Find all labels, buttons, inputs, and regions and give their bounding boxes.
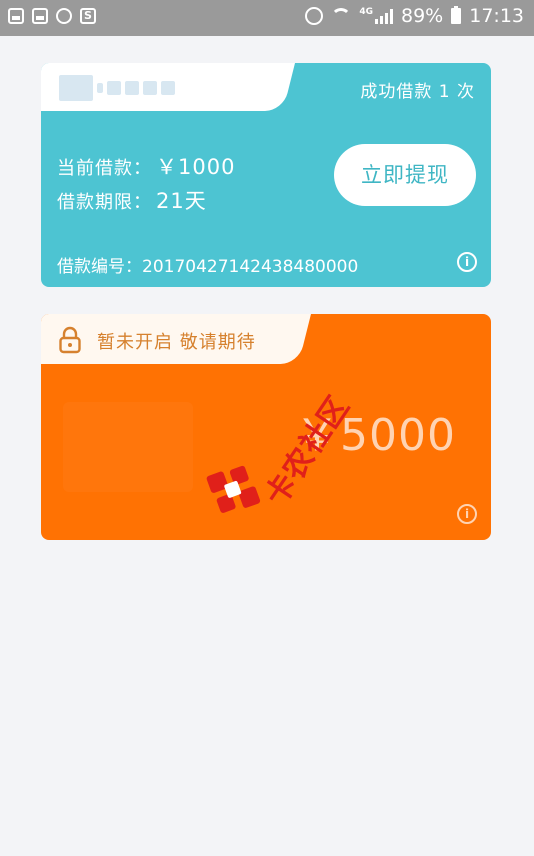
battery-percent: 89% xyxy=(401,5,444,27)
sync-icon xyxy=(56,8,72,24)
status-bar: S 4G 89% 17:13 xyxy=(0,0,534,36)
loan-term-row: 借款期限： 21天 xyxy=(57,185,207,215)
coming-soon-text: 暂未开启 敬请期待 xyxy=(97,332,256,353)
current-loan-label: 当前借款： xyxy=(57,158,152,179)
notification-icons: S xyxy=(8,8,96,24)
wifi-icon xyxy=(331,8,352,24)
info-icon[interactable]: i xyxy=(457,252,477,272)
loan-count-text: 成功借款 1 次 xyxy=(360,82,475,102)
loan-number-row: 借款编号：20170427142438480000 xyxy=(57,252,358,277)
battery-icon xyxy=(451,6,462,24)
network-type: 4G xyxy=(359,7,373,17)
loan-term-value: 21天 xyxy=(156,189,207,213)
blurred-content xyxy=(63,402,193,492)
loan-card[interactable]: 成功借款 1 次 当前借款： ￥1000 借款期限： 21天 立即提现 借款编号：2… xyxy=(41,63,491,287)
watermark: 卡农社区 xyxy=(204,380,384,540)
signal-icon xyxy=(375,8,393,24)
photo-icon xyxy=(32,8,48,24)
app-s-icon: S xyxy=(80,8,96,24)
loan-number-label: 借款编号： xyxy=(57,257,142,277)
loan-number-value: 20170427142438480000 xyxy=(142,257,359,277)
gallery-icon xyxy=(8,8,24,24)
lock-icon xyxy=(59,326,81,354)
alarm-icon xyxy=(305,7,324,25)
system-indicators: 4G 89% 17:13 xyxy=(305,5,524,27)
loan-term-label: 借款期限： xyxy=(57,192,152,213)
clock: 17:13 xyxy=(469,5,524,27)
watermark-text: 卡农社区 xyxy=(258,389,357,513)
withdraw-button[interactable]: 立即提现 xyxy=(334,144,476,206)
current-loan-value: ￥1000 xyxy=(156,155,236,179)
current-loan-row: 当前借款： ￥1000 xyxy=(57,151,235,181)
info-icon[interactable]: i xyxy=(457,504,477,524)
blurred-user-name xyxy=(59,75,209,101)
